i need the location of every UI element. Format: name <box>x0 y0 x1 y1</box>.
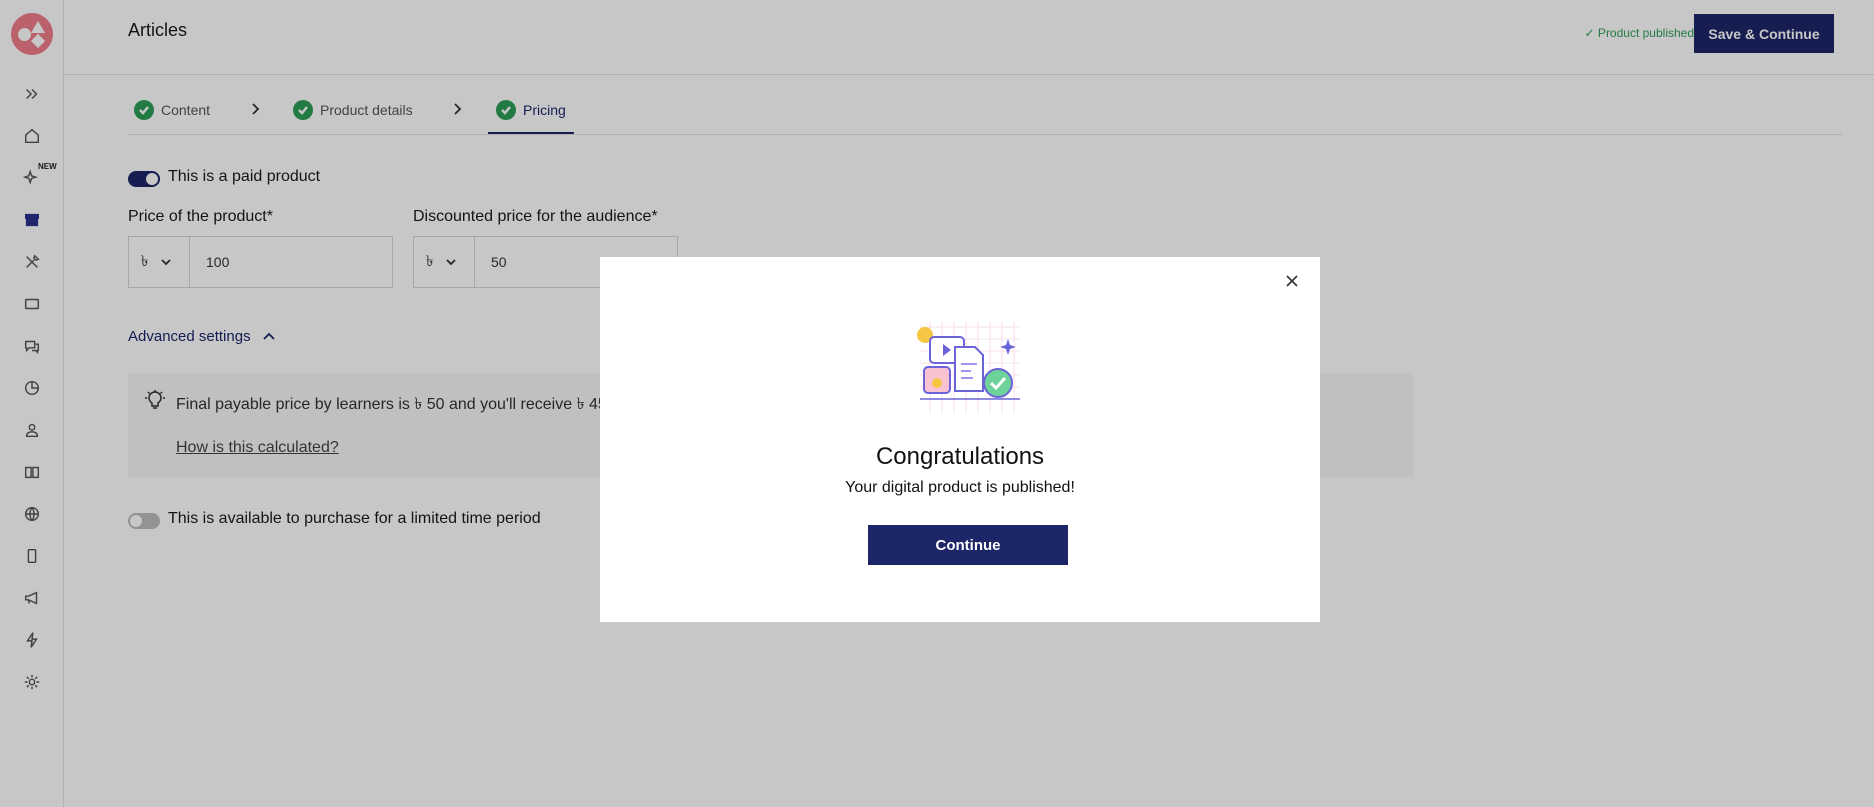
continue-button[interactable]: Continue <box>868 525 1068 565</box>
published-illustration <box>910 317 1030 417</box>
congratulations-modal: Congratulations Your digital product is … <box>600 257 1320 622</box>
modal-subtitle: Your digital product is published! <box>845 479 1075 496</box>
modal-title: Congratulations <box>875 443 1045 470</box>
close-icon[interactable] <box>1284 273 1300 289</box>
